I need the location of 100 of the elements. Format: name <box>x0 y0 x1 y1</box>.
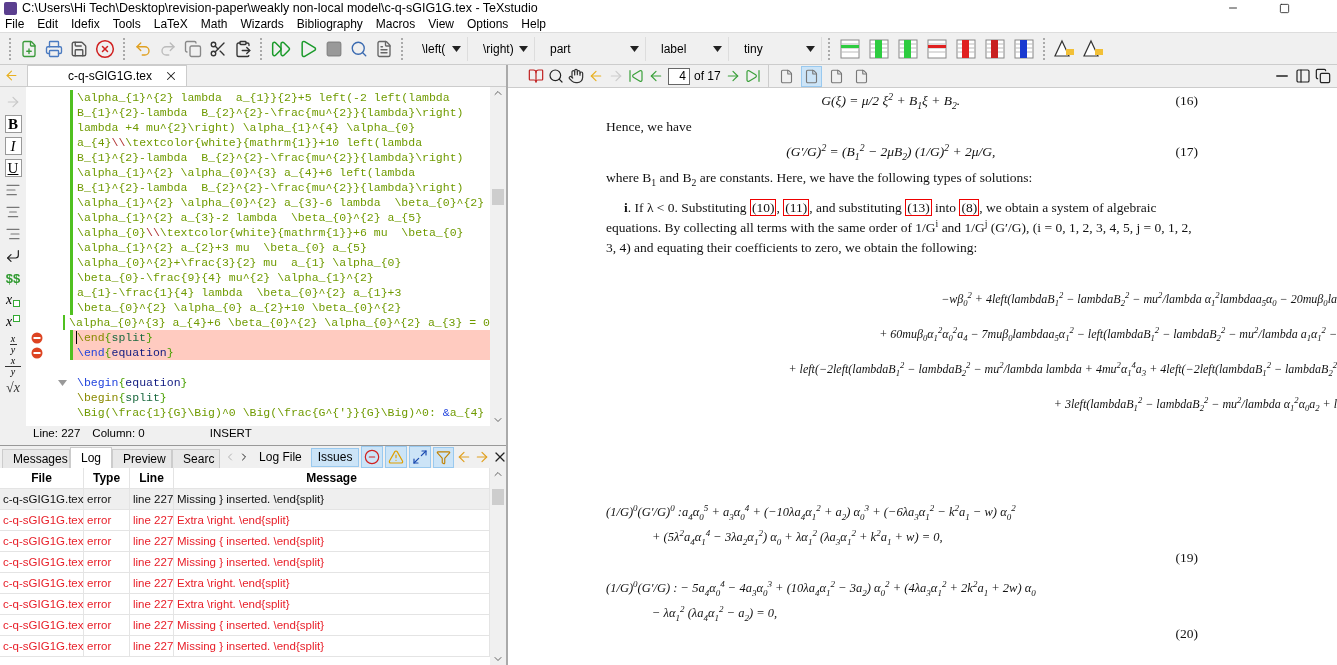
subscript-button[interactable]: x <box>5 293 21 307</box>
superscript-button[interactable]: x <box>5 315 21 329</box>
hand-icon[interactable] <box>568 68 584 84</box>
sidebar-icon[interactable] <box>1295 68 1311 84</box>
menu-item[interactable]: LaTeX <box>148 17 196 31</box>
paste-column-icon[interactable] <box>897 37 919 60</box>
menu-item[interactable]: File <box>0 17 33 31</box>
column-header[interactable]: Type <box>84 468 130 488</box>
table-cell: error <box>84 636 130 656</box>
window-title: C:\Users\Hi Tech\Desktop\revision-paper\weakly non-local model\c-q-sGIG1G.tex - TeXstudio <box>22 1 539 15</box>
printer-icon[interactable] <box>45 39 63 58</box>
remove-column-icon[interactable] <box>955 37 977 60</box>
page-view-icon[interactable] <box>853 68 869 84</box>
triangle-left-icon[interactable] <box>1054 38 1076 59</box>
paste-icon[interactable] <box>234 39 252 58</box>
square-root-button[interactable]: √x <box>6 380 20 396</box>
scrollbar-thumb[interactable] <box>492 488 504 505</box>
italic-button[interactable]: I <box>4 137 22 155</box>
table-cell: c-q-sGIG1G.tex <box>0 636 84 656</box>
panel-tab[interactable]: Preview <box>112 449 173 468</box>
book-icon[interactable] <box>528 68 544 84</box>
code-line: \begin{split} <box>76 390 168 405</box>
search-icon[interactable] <box>548 68 564 84</box>
dropdown[interactable]: tiny <box>732 36 822 61</box>
panel-tab[interactable]: Searc <box>172 449 221 468</box>
save-icon[interactable] <box>70 39 88 58</box>
dropdown[interactable]: \right) <box>471 36 535 61</box>
menu-item[interactable]: Tools <box>107 17 149 31</box>
menu-item[interactable]: Wizards <box>235 17 292 31</box>
remove-row-icon[interactable] <box>926 37 948 60</box>
table-cell: c-q-sGIG1G.tex <box>0 615 84 635</box>
stop-icon[interactable] <box>325 39 343 58</box>
underline-button[interactable]: U <box>4 159 22 177</box>
align-columns-icon[interactable] <box>1013 37 1035 60</box>
panel-tab[interactable]: Log <box>70 447 113 468</box>
warning-filter-icon[interactable] <box>388 449 405 465</box>
menu-item[interactable]: View <box>423 17 462 31</box>
menu-item[interactable]: Edit <box>32 17 67 31</box>
panel-tab[interactable]: Messages <box>2 449 70 468</box>
maximize-icon[interactable] <box>1279 2 1290 14</box>
menu-item[interactable]: Idefix <box>66 17 108 31</box>
badbox-filter-icon[interactable] <box>412 449 429 465</box>
undo-icon[interactable] <box>134 39 152 58</box>
table-cell: line 227 <box>130 510 174 530</box>
dropdown[interactable]: label <box>649 36 729 61</box>
panel-button[interactable]: Issues <box>310 447 360 467</box>
code-line: \alpha_{1}^{2} a_{3}-2 lambda \beta_{0}^{2} a_{5} <box>76 210 424 225</box>
menu-item[interactable]: Bibliography <box>291 17 371 31</box>
column-header[interactable]: Line <box>130 468 174 488</box>
new-file-icon[interactable] <box>20 39 38 58</box>
page-input[interactable]: 4 <box>668 67 690 85</box>
menu-item[interactable]: Math <box>195 17 236 31</box>
code-line: \begin{equation} <box>76 375 189 390</box>
display-fraction-button[interactable]: x y <box>5 355 21 377</box>
fold-icon[interactable] <box>58 379 67 386</box>
page-view-icon[interactable] <box>803 68 819 84</box>
code-line: \alpha_{0}^{3} a_{4}+6 \beta_{0}^{2} \alpha_{0}^{2} a_{3} = 0 <box>68 315 490 330</box>
log-file-icon[interactable] <box>375 39 393 58</box>
copy-icon[interactable] <box>184 39 202 58</box>
filter-icon[interactable] <box>436 449 452 465</box>
cut-column-icon[interactable] <box>984 37 1006 60</box>
previous-page-icon[interactable] <box>648 68 664 84</box>
reference-link[interactable]: (10) <box>749 199 777 216</box>
menu-item[interactable]: Macros <box>370 17 424 31</box>
page-view-icon[interactable] <box>778 68 794 84</box>
reference-link[interactable]: (13) <box>905 199 932 216</box>
code-line: \Big(\frac{1}{G}\Big)^0 \Big(\frac{G^{'}}{G}\Big)^0: &a_{4} <box>76 405 486 420</box>
align-center-icon[interactable] <box>5 204 21 220</box>
column-header[interactable]: File <box>0 468 84 488</box>
first-page-icon[interactable] <box>628 68 644 84</box>
dropdown[interactable]: part <box>538 36 646 61</box>
window-icon[interactable] <box>1315 68 1331 84</box>
last-page-icon[interactable] <box>744 68 761 84</box>
align-right-icon[interactable] <box>5 226 21 242</box>
add-column-icon[interactable] <box>868 37 890 60</box>
triangle-right-icon[interactable] <box>1083 38 1105 59</box>
equation: G(ξ) = μ/2 ξ$^{2}$ + B$_{1}$ξ + B$_{2}$. <box>821 89 961 113</box>
align-left-icon[interactable] <box>5 182 21 198</box>
scissors-icon[interactable] <box>209 39 227 58</box>
equation: + 60muβ$_{0}$α$_{1}$$^{2}$α$_{0}$$^{2}$a$_{4}$ − 7muβ$_{0}$lambdaa$_{5}$α$_{1}$$^{2}$ − left(lambdaB$_{1}$$^{2}$ − lambdaB$_{2}$$^{2}$ − mu$^{2}$/lambda a$_{1}$α$_{1}$$^{2}$ − <box>879 324 1337 346</box>
dropdown[interactable]: \left( <box>410 36 468 61</box>
page-view-icon[interactable] <box>828 68 844 84</box>
caret-icon <box>452 45 461 52</box>
code-line: \alpha_{1}^{2} \alpha_{0}^{2} a_{3}-6 lambda \beta_{0}^{2} <box>76 195 486 210</box>
bold-button[interactable]: B <box>4 115 22 133</box>
code-line: B_{1}^{2}-lambda B_{2}^{2}-\frac{mu^{2}}{lambda}\right) <box>76 150 465 165</box>
menu-item[interactable]: Help <box>516 17 555 31</box>
menu-item[interactable]: Options <box>462 17 517 31</box>
error-filter-icon[interactable] <box>364 449 381 465</box>
paragraph: Hence, we have <box>605 118 693 136</box>
table-cell: line 227 <box>130 573 174 593</box>
scrollbar-thumb[interactable] <box>492 188 504 205</box>
code-line: \alpha_{1}^{2} lambda a_{1}}{2}+5 left(-2 left(lambda <box>76 90 451 105</box>
play-icon[interactable] <box>298 38 318 59</box>
newline-icon[interactable] <box>5 248 21 264</box>
panel-button[interactable]: Log File <box>252 447 309 467</box>
add-row-icon[interactable] <box>839 37 861 60</box>
reference-link[interactable]: (11) <box>783 199 810 216</box>
reference-link[interactable]: (8) <box>959 199 980 216</box>
document-tab[interactable]: c-q-sGIG1G.tex <box>27 65 188 86</box>
